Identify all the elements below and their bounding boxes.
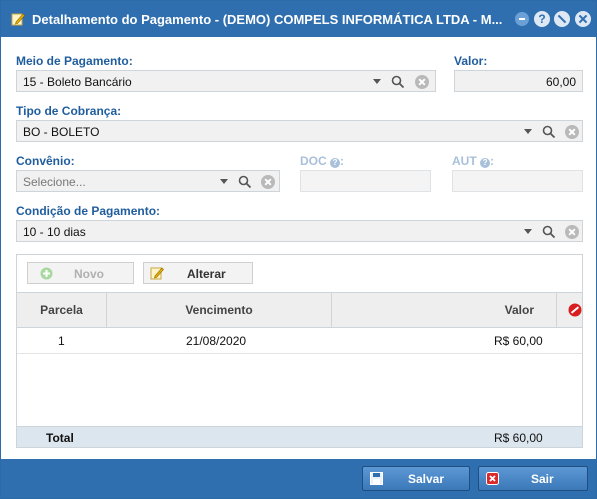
save-icon [370,472,383,485]
search-icon[interactable] [542,225,556,239]
footer-bar: Salvar Sair [1,459,596,498]
chevron-down-icon[interactable] [524,229,532,234]
add-icon [40,267,53,280]
clear-icon[interactable] [415,75,429,89]
meio-pagamento-label: Meio de Pagamento: [16,54,133,68]
chevron-down-icon[interactable] [524,129,532,134]
exit-label: Sair [531,472,554,486]
doc-input [300,170,431,192]
alterar-label: Alterar [187,267,226,281]
doc-label: DOC ?: [300,154,345,168]
chevron-down-icon[interactable] [373,79,381,84]
total-value: R$ 60,00 [494,431,543,445]
edit-icon [150,267,164,280]
novo-label: Novo [74,267,104,281]
aut-label: AUT ?: [452,154,495,168]
condicao-pagamento-value: 10 - 10 dias [23,225,86,239]
novo-button[interactable]: Novo [27,262,134,284]
convenio-label: Convênio: [16,154,75,168]
convenio-placeholder: Selecione... [23,175,86,189]
help-button[interactable]: ? [534,11,550,27]
aut-label-text: AUT [452,154,477,168]
delete-icon[interactable] [568,303,582,317]
column-header-parcela[interactable]: Parcela [17,293,107,327]
cell-valor: R$ 60,00 [494,334,543,348]
help-icon[interactable]: ? [480,158,491,168]
tipo-cobranca-value: BO - BOLETO [23,125,100,139]
exit-button[interactable]: Sair [478,466,588,491]
grid-header: Parcela Vencimento Valor [17,292,582,328]
window-title: Detalhamento do Pagamento - (DEMO) COMPE… [32,12,503,27]
tipo-cobranca-select[interactable]: BO - BOLETO [16,120,583,142]
meio-pagamento-select[interactable]: 15 - Boleto Bancário [16,70,436,92]
cancel-icon[interactable] [554,11,570,27]
aut-input [452,170,583,192]
valor-label: Valor: [454,54,488,68]
clear-icon[interactable] [261,175,275,189]
valor-input[interactable]: 60,00 [454,70,583,92]
parcelas-grid: Novo Alterar Parcela Vencimento Valor 1 … [16,254,583,448]
cell-vencimento: 21/08/2020 [186,334,247,348]
edit-icon [11,13,25,26]
meio-pagamento-value: 15 - Boleto Bancário [23,75,132,89]
clear-icon[interactable] [565,125,579,139]
exit-icon [486,472,499,485]
title-bar[interactable]: Detalhamento do Pagamento - (DEMO) COMPE… [1,1,596,37]
convenio-select[interactable]: Selecione... [16,170,280,192]
grid-total-row: Total R$ 60,00 [17,426,582,447]
doc-label-text: DOC [300,154,327,168]
search-icon[interactable] [238,175,252,189]
save-button[interactable]: Salvar [362,466,470,491]
condicao-pagamento-select[interactable]: 10 - 10 dias [16,220,583,242]
total-label: Total [46,431,74,445]
clear-icon[interactable] [565,225,579,239]
payment-detail-window: Detalhamento do Pagamento - (DEMO) COMPE… [0,0,597,499]
minimize-button[interactable] [515,12,529,26]
cell-parcela: 1 [58,334,65,348]
column-header-valor[interactable]: Valor [332,293,557,327]
table-row[interactable]: 1 21/08/2020 R$ 60,00 [17,328,582,354]
column-header-vencimento[interactable]: Vencimento [107,293,332,327]
tipo-cobranca-label: Tipo de Cobrança: [16,104,122,118]
chevron-down-icon[interactable] [220,179,228,184]
valor-value: 60,00 [545,75,576,89]
search-icon[interactable] [542,125,556,139]
alterar-button[interactable]: Alterar [143,262,253,284]
condicao-pagamento-label: Condição de Pagamento: [16,204,161,218]
save-label: Salvar [408,472,445,486]
close-button[interactable] [575,11,591,27]
search-icon[interactable] [391,75,405,89]
help-icon[interactable]: ? [330,158,341,168]
